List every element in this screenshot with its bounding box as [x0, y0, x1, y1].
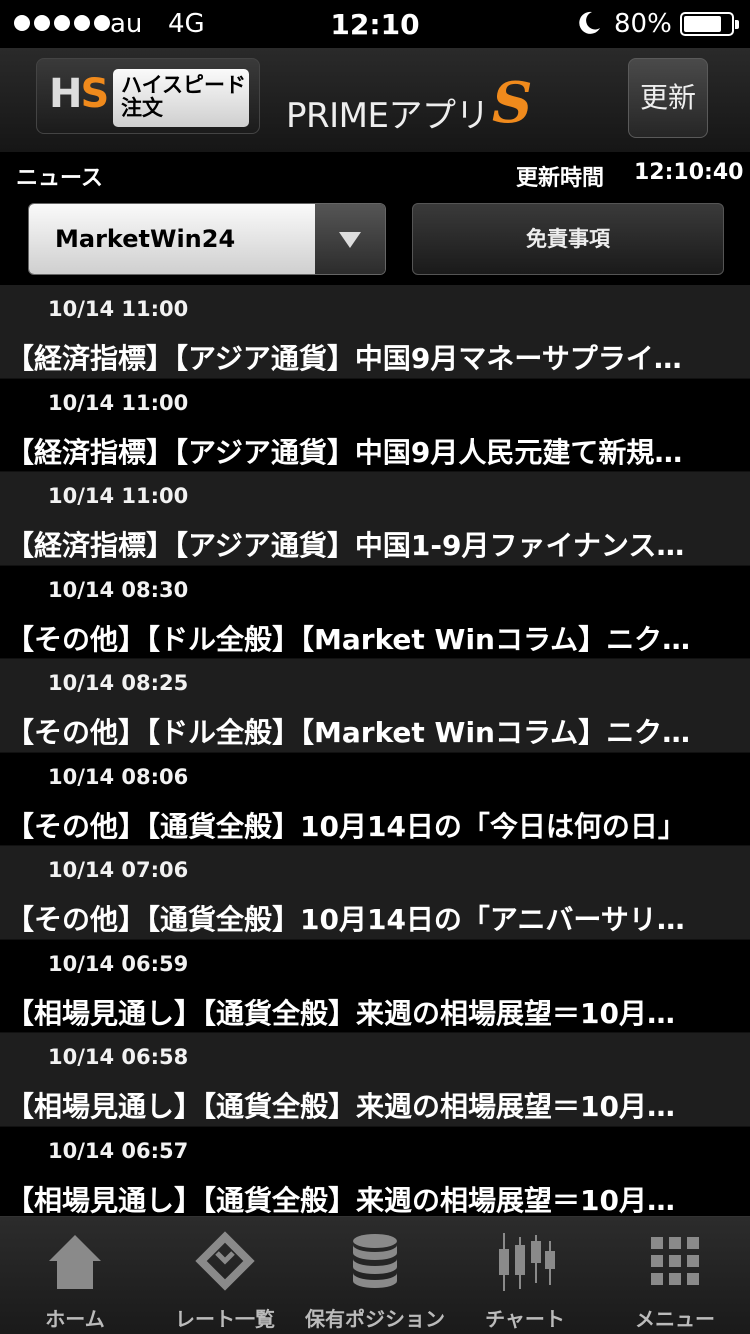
news-title: 【相場見通し】【通貨全般】来週の相場展望＝10月…	[6, 996, 675, 1030]
tab-home-label: ホーム	[45, 1307, 105, 1331]
news-subheader: ニュース 更新時間 12:10:40 MarketWin24 免責事項	[0, 152, 750, 282]
rates-icon	[195, 1231, 255, 1291]
hs-label-line1: ハイスピード	[121, 73, 246, 97]
tab-chart[interactable]: チャート	[450, 1217, 600, 1334]
news-list-item[interactable]: 10/14 06:57 【相場見通し】【通貨全般】来週の相場展望＝10月…	[0, 1126, 750, 1217]
tab-positions[interactable]: 保有ポジション	[300, 1217, 450, 1334]
news-date: 10/14 11:00	[48, 297, 189, 321]
chevron-down-icon	[339, 232, 361, 248]
news-source-select[interactable]: MarketWin24	[28, 203, 386, 275]
tab-rates[interactable]: レート一覧	[150, 1217, 300, 1334]
app-title: PRIMEアプリ	[286, 96, 489, 136]
bottom-tab-bar: ホーム レート一覧 保有ポジション チャート メニュー	[0, 1216, 750, 1334]
news-list-item[interactable]: 10/14 06:59 【相場見通し】【通貨全般】来週の相場展望＝10月…	[0, 939, 750, 1033]
news-list[interactable]: 10/14 11:00 【経済指標】【アジア通貨】中国9月マネーサプライ… 10/1…	[0, 285, 750, 1216]
news-list-item[interactable]: 10/14 08:25 【その他】【ドル全般】【Market Winコラム】ニク…	[0, 659, 750, 753]
app-title-s-logo: S	[492, 70, 533, 136]
do-not-disturb-moon-icon	[579, 11, 600, 34]
update-time-value: 12:10:40	[634, 160, 744, 185]
news-list-item[interactable]: 10/14 11:00 【経済指標】【アジア通貨】中国1-9月ファイナンス…	[0, 472, 750, 566]
news-list-item[interactable]: 10/14 06:58 【相場見通し】【通貨全般】来週の相場展望＝10月…	[0, 1033, 750, 1127]
update-time-label: 更新時間	[516, 166, 605, 191]
news-list-item[interactable]: 10/14 08:30 【その他】【ドル全般】【Market Winコラム】ニク…	[0, 565, 750, 659]
tab-positions-label: 保有ポジション	[305, 1307, 445, 1331]
grid-menu-icon	[651, 1237, 699, 1285]
refresh-button[interactable]: 更新	[628, 58, 708, 138]
tab-menu-label: メニュー	[635, 1307, 715, 1331]
dropdown-toggle[interactable]	[315, 204, 385, 274]
coins-stack-icon	[353, 1234, 397, 1288]
news-title: 【その他】【通貨全般】10月14日の「今日は何の日」	[6, 809, 686, 843]
news-title: 【経済指標】【アジア通貨】中国9月マネーサプライ…	[6, 342, 682, 375]
page-title: ニュース	[16, 166, 103, 191]
disclaimer-button[interactable]: 免責事項	[412, 203, 724, 275]
news-list-item[interactable]: 10/14 11:00 【経済指標】【アジア通貨】中国9月人民元建て新規…	[0, 378, 750, 472]
tab-rates-label: レート一覧	[175, 1307, 275, 1331]
news-date: 10/14 06:57	[48, 1138, 189, 1163]
tab-chart-label: チャート	[485, 1307, 565, 1331]
news-date: 10/14 06:59	[48, 951, 189, 976]
hs-label-line2: 注文	[121, 96, 163, 120]
news-title: 【その他】【通貨全般】10月14日の「アニバーサリ…	[6, 903, 685, 936]
news-source-selected: MarketWin24	[29, 204, 315, 274]
candlestick-chart-icon	[499, 1233, 555, 1291]
battery-percent: 80%	[614, 9, 672, 39]
tab-menu[interactable]: メニュー	[600, 1217, 750, 1334]
news-title: 【相場見通し】【通貨全般】来週の相場展望＝10月…	[6, 1090, 675, 1123]
news-date: 10/14 06:58	[48, 1045, 189, 1069]
hs-logo: HS	[49, 71, 109, 117]
news-list-item[interactable]: 10/14 11:00 【経済指標】【アジア通貨】中国9月マネーサプライ…	[0, 285, 750, 379]
high-speed-order-label: ハイスピード 注文	[113, 69, 249, 127]
news-date: 10/14 08:06	[48, 764, 189, 789]
high-speed-order-button[interactable]: HS ハイスピード 注文	[36, 58, 260, 134]
news-list-item[interactable]: 10/14 08:06 【その他】【通貨全般】10月14日の「今日は何の日」	[0, 752, 750, 846]
status-bar: au 4G 12:10 80%	[0, 0, 750, 48]
news-list-item[interactable]: 10/14 07:06 【その他】【通貨全般】10月14日の「アニバーサリ…	[0, 846, 750, 940]
news-title: 【相場見通し】【通貨全般】来週の相場展望＝10月…	[6, 1183, 675, 1217]
battery-icon	[680, 12, 739, 36]
news-title: 【その他】【ドル全般】【Market Winコラム】ニク…	[6, 716, 691, 749]
home-icon	[49, 1235, 101, 1289]
news-title: 【その他】【ドル全般】【Market Winコラム】ニク…	[6, 622, 691, 656]
app-header: HS ハイスピード 注文 PRIMEアプリ S 更新	[0, 48, 750, 152]
news-date: 10/14 07:06	[48, 858, 189, 882]
tab-home[interactable]: ホーム	[0, 1217, 150, 1334]
news-title: 【経済指標】【アジア通貨】中国9月人民元建て新規…	[6, 435, 683, 469]
news-date: 10/14 11:00	[48, 484, 189, 508]
news-title: 【経済指標】【アジア通貨】中国1-9月ファイナンス…	[6, 529, 685, 562]
news-date: 10/14 08:25	[48, 671, 189, 695]
news-date: 10/14 11:00	[48, 390, 189, 415]
news-date: 10/14 08:30	[48, 577, 189, 602]
